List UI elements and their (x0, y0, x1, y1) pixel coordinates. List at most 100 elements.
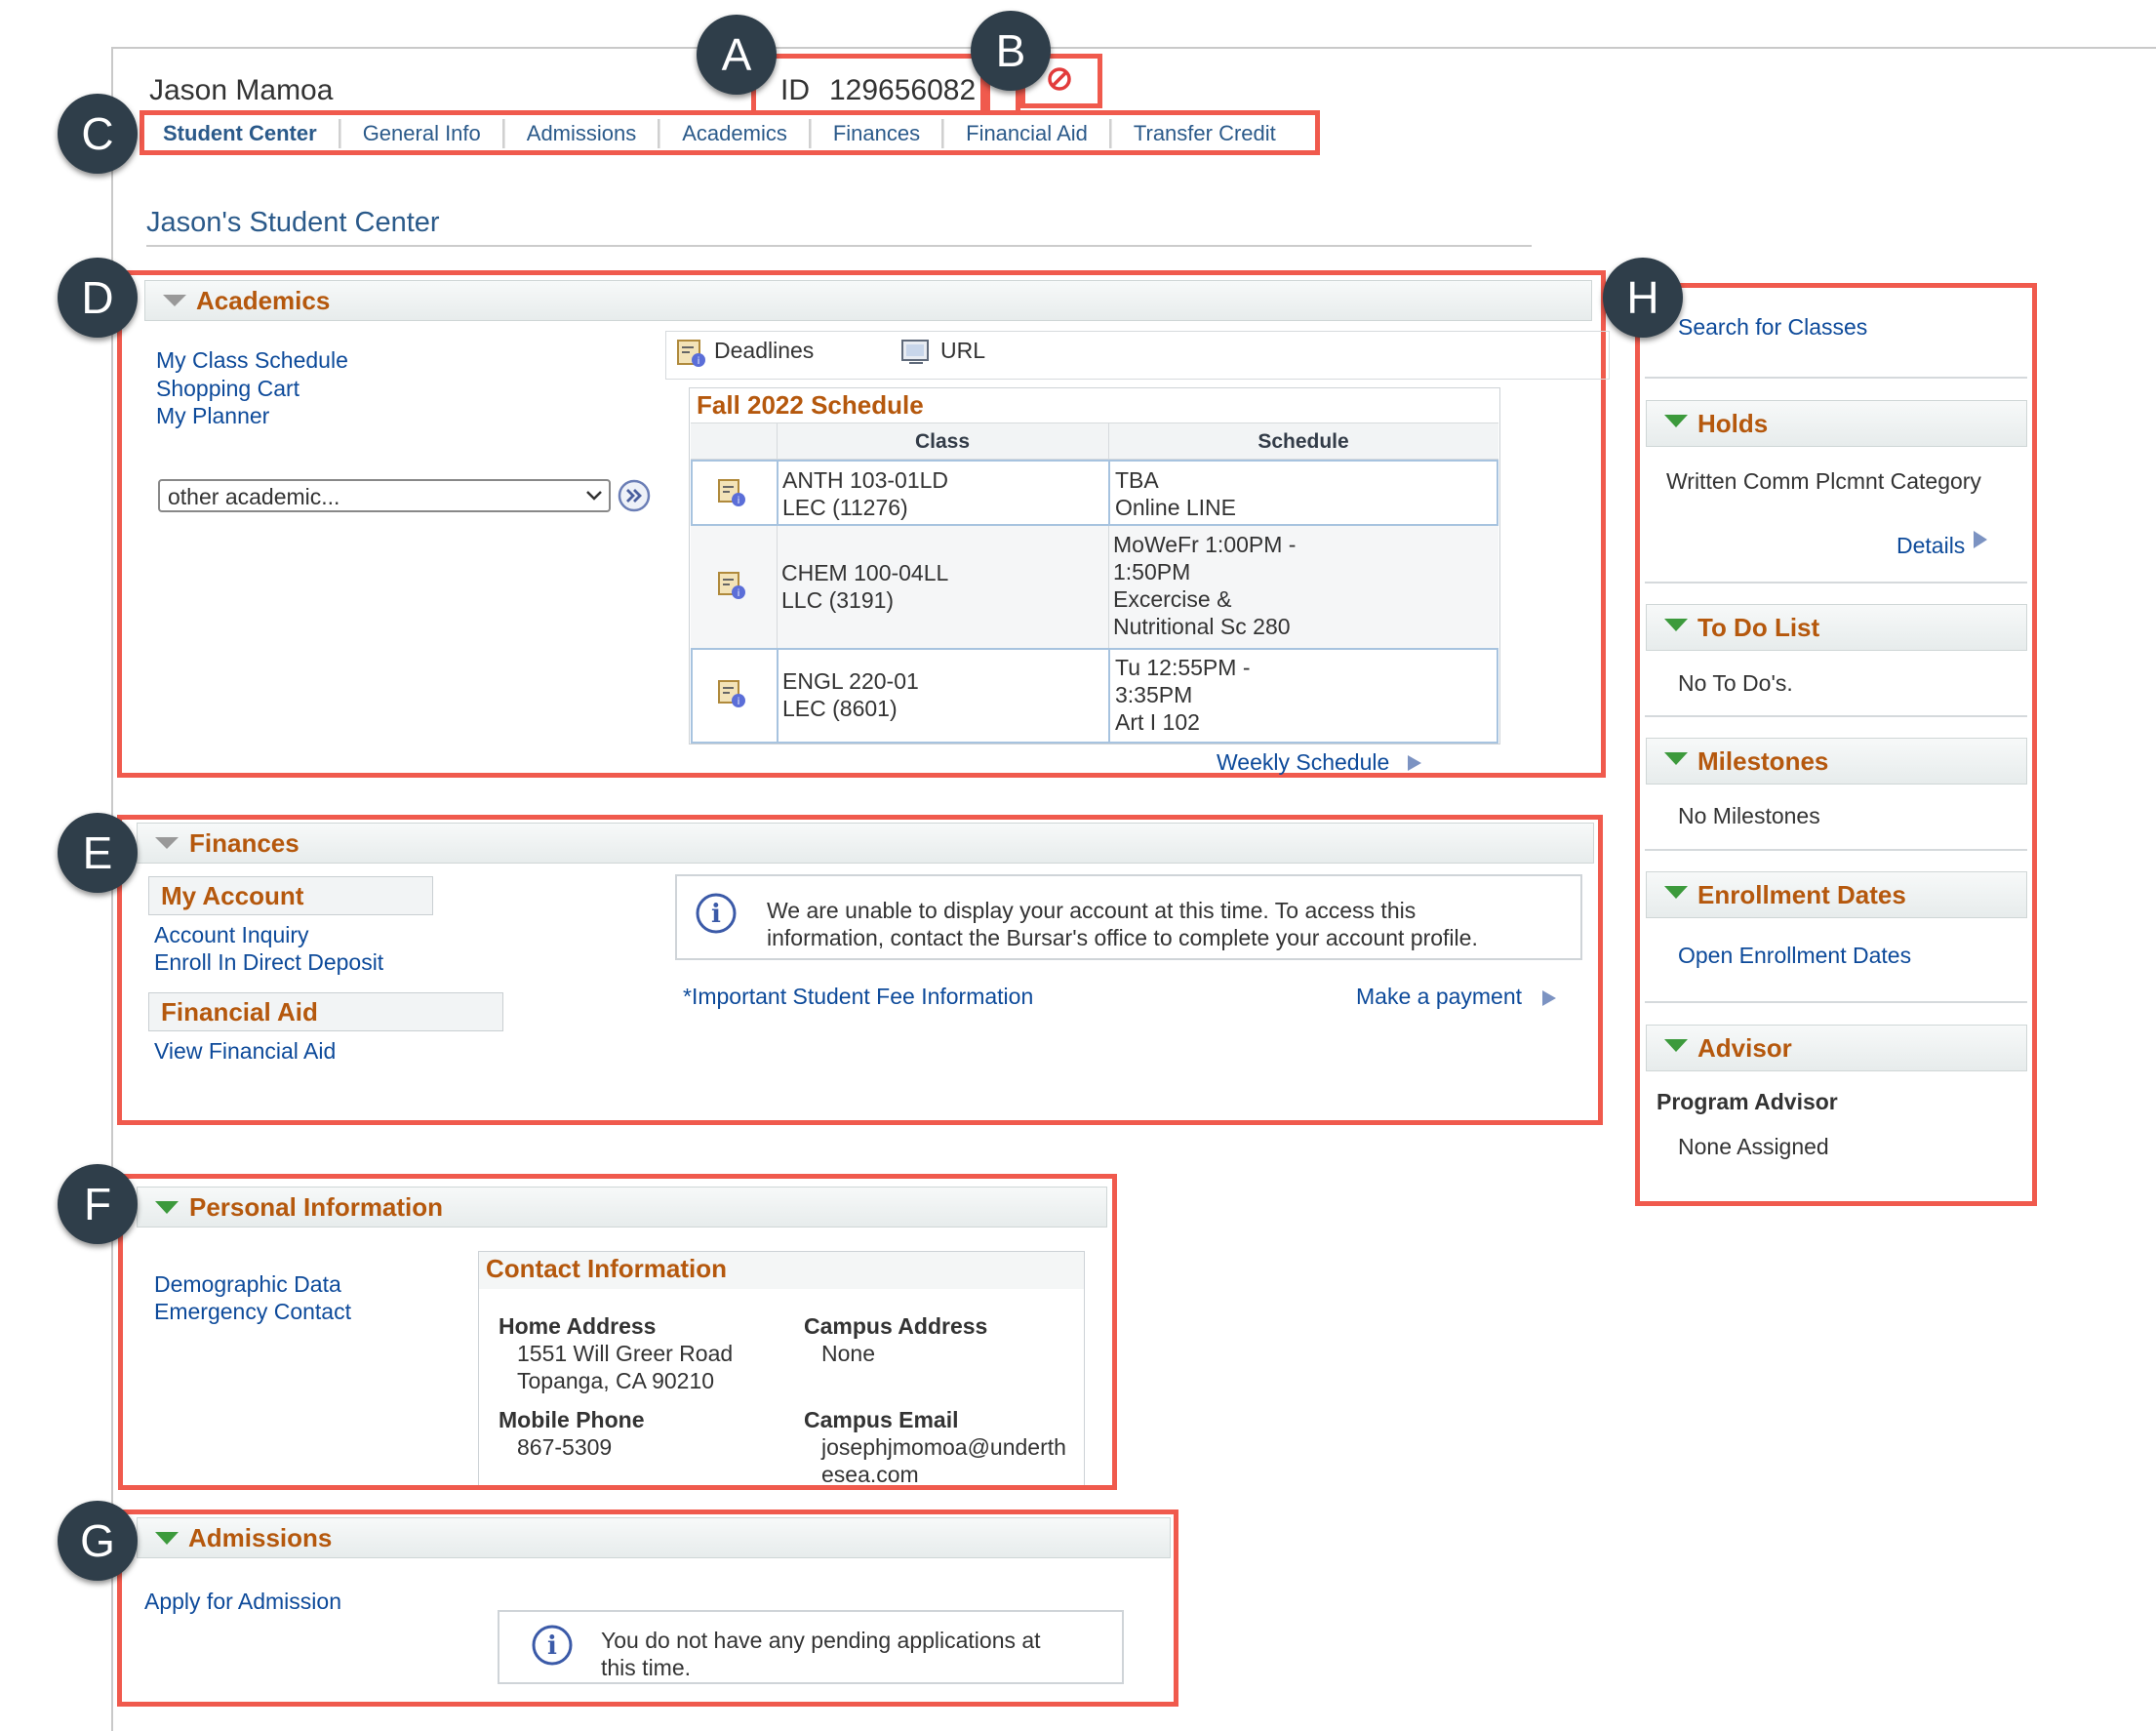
holds-header[interactable]: Holds (1646, 400, 2027, 447)
schedule-line: 1:50PM (1113, 559, 1191, 584)
expand-triangle-icon (155, 1201, 179, 1214)
schedule-title: Fall 2022 Schedule (697, 390, 924, 420)
view-financial-aid-link[interactable]: View Financial Aid (154, 1038, 336, 1065)
info-icon: i (695, 892, 738, 940)
finances-notice: i We are unable to display your account … (675, 874, 1582, 960)
badge-f: F (58, 1164, 138, 1244)
badge-g: G (58, 1501, 138, 1581)
tab-student-center[interactable]: Student Center (141, 119, 340, 148)
arrow-right-icon (1973, 530, 1988, 554)
home-address-label: Home Address (499, 1313, 657, 1339)
direct-deposit-link[interactable]: Enroll In Direct Deposit (154, 949, 383, 976)
column-class: Class (914, 430, 971, 453)
class-section: LLC (3191) (781, 587, 895, 613)
mobile-phone-value: 867-5309 (517, 1434, 613, 1460)
admissions-header[interactable]: Admissions (137, 1517, 1171, 1558)
svg-text:i: i (698, 356, 700, 367)
my-planner-link[interactable]: My Planner (156, 403, 269, 429)
tab-academics[interactable]: Academics (659, 119, 811, 148)
campus-email-label: Campus Email (804, 1407, 959, 1432)
schedule-line: Tu 12:55PM - (1115, 655, 1251, 680)
tab-admissions[interactable]: Admissions (503, 119, 660, 148)
badge-h: H (1603, 258, 1683, 338)
svg-text:i: i (547, 1631, 557, 1661)
financial-aid-header: Financial Aid (148, 992, 503, 1031)
account-inquiry-link[interactable]: Account Inquiry (154, 922, 309, 948)
expand-triangle-icon (1664, 1039, 1688, 1052)
tab-transfer-credit[interactable]: Transfer Credit (1110, 119, 1298, 148)
other-academic-select[interactable]: other academic... (158, 479, 611, 512)
holds-details-link[interactable]: Details (1896, 533, 1965, 559)
badge-c: C (58, 94, 138, 174)
go-button[interactable] (618, 479, 651, 512)
admissions-notice-line2: this time. (601, 1655, 692, 1680)
class-name: ANTH 103-01LD (782, 467, 949, 493)
my-account-title: My Account (161, 881, 304, 910)
academics-header[interactable]: Academics (144, 280, 1592, 321)
finances-title: Finances (189, 828, 299, 858)
admissions-title: Admissions (188, 1523, 333, 1552)
demographic-data-link[interactable]: Demographic Data (154, 1271, 341, 1298)
badge-d: D (58, 258, 138, 338)
arrow-right-icon (1407, 754, 1422, 777)
select-value: other academic... (168, 484, 340, 509)
my-class-schedule-link[interactable]: My Class Schedule (156, 347, 348, 374)
collapse-triangle-icon (163, 295, 186, 306)
contact-info-title: Contact Information (486, 1254, 727, 1283)
tab-general-info[interactable]: General Info (339, 119, 504, 148)
class-name: ENGL 220-01 (782, 668, 919, 694)
student-fee-link[interactable]: *Important Student Fee Information (683, 984, 1033, 1010)
advisor-header[interactable]: Advisor (1646, 1025, 2027, 1071)
weekly-schedule-link[interactable]: Weekly Schedule (1217, 749, 1389, 776)
admissions-notice-line1: You do not have any pending applications… (601, 1628, 1041, 1653)
milestones-header[interactable]: Milestones (1646, 738, 2027, 785)
finances-header[interactable]: Finances (137, 823, 1594, 864)
milestones-title: Milestones (1697, 746, 1829, 776)
todo-text: No To Do's. (1678, 670, 1793, 696)
schedule-line: Nutritional Sc 280 (1113, 614, 1291, 639)
calendar-info-icon: i (675, 336, 708, 374)
open-enrollment-dates-link[interactable]: Open Enrollment Dates (1678, 943, 1911, 969)
schedule-line: TBA (1115, 467, 1159, 493)
enrollment-dates-header[interactable]: Enrollment Dates (1646, 871, 2027, 918)
schedule-line: Online LINE (1115, 495, 1237, 520)
schedule-line: Excercise & (1113, 586, 1232, 612)
class-name: CHEM 100-04LL (781, 560, 949, 585)
personal-info-header[interactable]: Personal Information (137, 1187, 1107, 1228)
class-info-icon[interactable]: i (716, 475, 747, 513)
class-info-icon[interactable]: i (716, 568, 747, 606)
badge-b: B (971, 11, 1051, 91)
home-address-line2: Topanga, CA 90210 (517, 1368, 715, 1393)
enrollment-dates-title: Enrollment Dates (1697, 880, 1906, 909)
shopping-cart-link[interactable]: Shopping Cart (156, 376, 299, 402)
prohibited-icon[interactable] (1047, 66, 1072, 92)
badge-e: E (58, 813, 138, 893)
info-icon: i (531, 1624, 574, 1671)
deadlines-link[interactable]: Deadlines (714, 338, 814, 364)
apply-for-admission-link[interactable]: Apply for Admission (144, 1589, 341, 1615)
schedule-line: Art I 102 (1115, 709, 1200, 735)
make-payment-link[interactable]: Make a payment (1356, 984, 1522, 1010)
column-schedule: Schedule (1258, 430, 1349, 453)
emergency-contact-link[interactable]: Emergency Contact (154, 1299, 351, 1325)
expand-triangle-icon (1664, 752, 1688, 765)
schedule-line: 3:35PM (1115, 682, 1193, 707)
home-address-line1: 1551 Will Greer Road (517, 1341, 734, 1366)
class-section: LEC (11276) (782, 495, 908, 520)
tab-financial-aid[interactable]: Financial Aid (943, 119, 1111, 148)
search-for-classes-link[interactable]: Search for Classes (1678, 314, 1867, 341)
expand-triangle-icon (1664, 619, 1688, 631)
academics-title: Academics (196, 286, 331, 315)
nav-tabs: Student Center General Info Admissions A… (141, 115, 1298, 152)
class-section: LEC (8601) (782, 696, 898, 721)
todo-header[interactable]: To Do List (1646, 604, 2027, 651)
url-link[interactable]: URL (940, 338, 985, 364)
expand-triangle-icon (1664, 415, 1688, 427)
tab-finances[interactable]: Finances (810, 119, 944, 148)
badge-a: A (697, 15, 777, 95)
title-divider (146, 245, 1532, 247)
collapse-triangle-icon (155, 837, 179, 849)
advisor-title: Advisor (1697, 1033, 1792, 1063)
class-info-icon[interactable]: i (716, 676, 747, 714)
url-icon (899, 336, 933, 374)
